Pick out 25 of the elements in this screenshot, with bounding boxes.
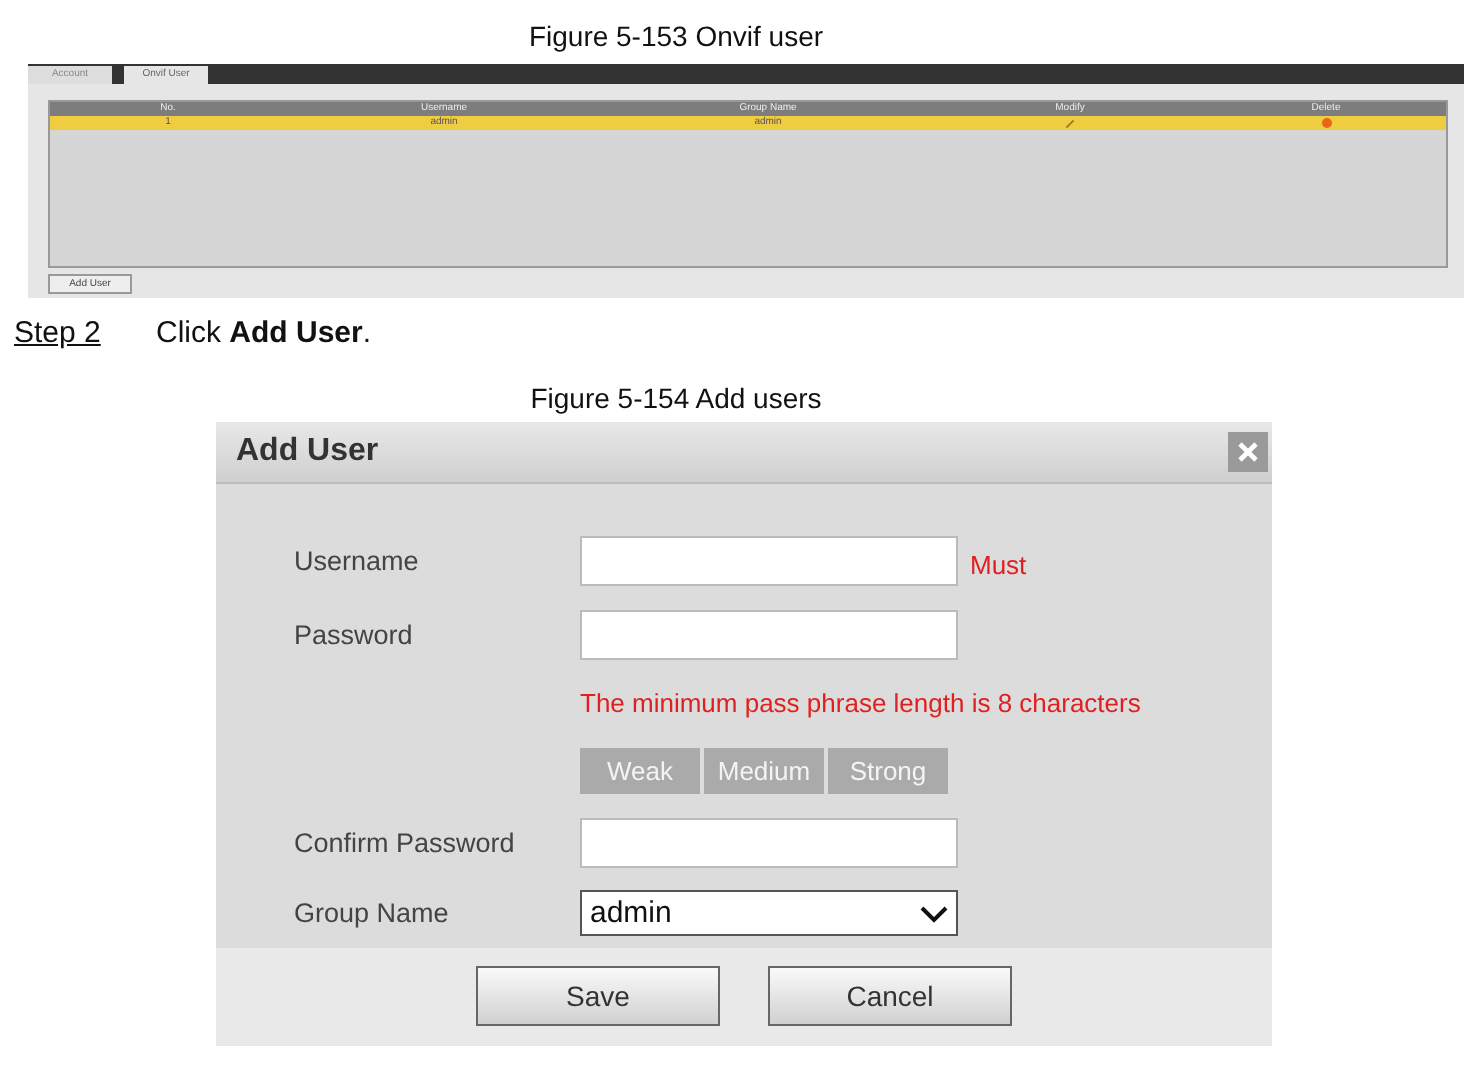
password-hint: The minimum pass phrase length is 8 characters [580, 688, 1141, 719]
strength-segment: Weak [580, 747, 700, 794]
strength-segment: Medium [704, 747, 824, 794]
dialog-button[interactable]: Save [476, 966, 720, 1027]
step-number: Step 2 [14, 316, 103, 350]
figure-caption: Figure 5-154 Add users [530, 382, 822, 414]
strength-segment: Strong [828, 747, 948, 794]
input-field[interactable] [580, 535, 958, 586]
chevron-down-icon [920, 903, 948, 924]
dialog-button[interactable]: Cancel [768, 966, 1012, 1027]
input-field[interactable] [580, 609, 958, 660]
dialog-title: Add User [236, 433, 379, 470]
figure-caption: Figure 5-153 Onvif user [528, 20, 824, 52]
input-field[interactable] [580, 817, 958, 868]
field-label: Username [294, 545, 419, 576]
delete-icon[interactable] [1321, 118, 1331, 128]
close-icon [1236, 439, 1260, 464]
field-label: Confirm Password [294, 827, 515, 858]
field-label: Group Name [294, 898, 449, 929]
step-text: Click Add User. [156, 316, 372, 350]
close-button[interactable] [1228, 431, 1268, 472]
required-note: Must [970, 549, 1027, 580]
group-dropdown[interactable]: admin [580, 890, 958, 937]
pencil-icon[interactable] [1064, 117, 1076, 129]
field-label: Password [294, 619, 413, 650]
